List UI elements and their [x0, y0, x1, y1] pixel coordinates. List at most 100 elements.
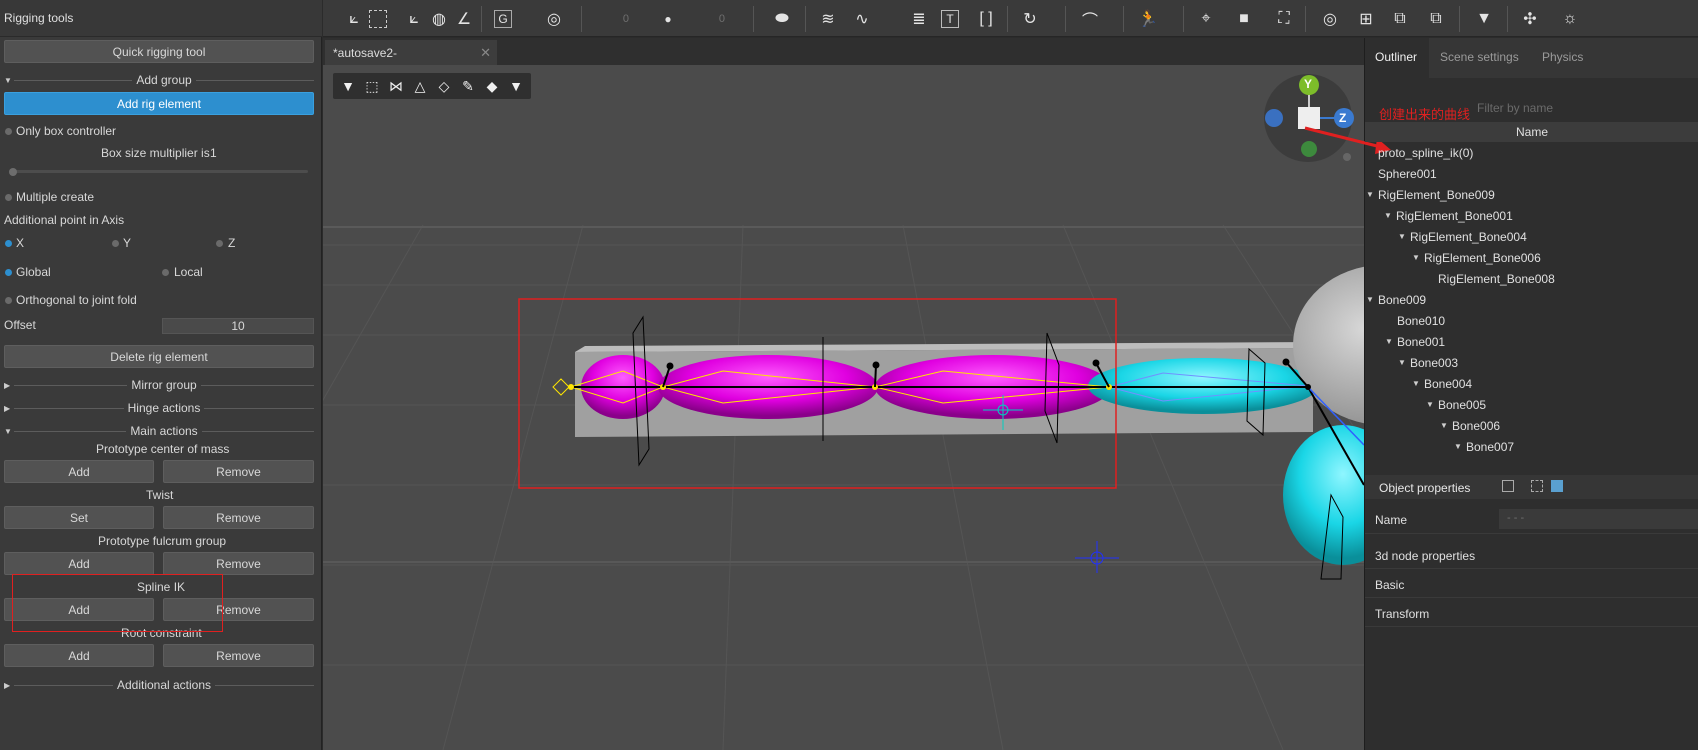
bracket-icon[interactable]: [ ] — [975, 8, 997, 30]
multiple-create-checkbox[interactable] — [5, 194, 12, 201]
vertex-icon[interactable]: △ — [409, 75, 431, 97]
spiral-snap-icon[interactable]: ◎ — [543, 8, 565, 30]
twist-set-button[interactable]: Set — [4, 506, 154, 529]
snap-value-1[interactable]: 0 — [603, 10, 633, 28]
spiral-icon[interactable]: ◎ — [1319, 8, 1341, 30]
hinge-actions-header[interactable]: ▶ Hinge actions — [4, 401, 314, 415]
main-actions-header[interactable]: ▼ Main actions — [4, 424, 314, 438]
grid-snap-icon[interactable]: G — [494, 10, 512, 28]
text-icon[interactable]: T — [941, 10, 959, 28]
tree-item[interactable]: RigElement_Bone008 — [1438, 268, 1555, 289]
settings-icon[interactable]: ☼ — [1559, 8, 1581, 30]
basic-section[interactable]: Basic — [1365, 571, 1698, 598]
only-box-controller-checkbox[interactable] — [5, 128, 12, 135]
basic-label: Basic — [1375, 578, 1405, 592]
tree-item[interactable]: ▼ Bone001 — [1385, 331, 1445, 352]
rotate-sphere-icon[interactable]: ◍ — [428, 8, 450, 30]
running-man-icon[interactable]: 🏃 — [1137, 8, 1159, 30]
delete-rig-element-button[interactable]: Delete rig element — [4, 345, 314, 368]
panel-title: Rigging tools — [4, 11, 74, 25]
proto-center-remove-button[interactable]: Remove — [163, 460, 314, 483]
add-group-header[interactable]: ▼ Add group — [4, 73, 315, 87]
move-icon[interactable]: ⟀ — [403, 8, 425, 30]
loop-icon[interactable]: ↻ — [1019, 8, 1041, 30]
additional-actions-header[interactable]: ▶ Additional actions — [4, 678, 314, 692]
tree-item[interactable]: Bone010 — [1397, 310, 1445, 331]
target-icon[interactable]: ⌖ — [1195, 8, 1217, 30]
grid-view-icon[interactable]: ⊞ — [1355, 8, 1377, 30]
logo-icon[interactable]: ▼ — [337, 75, 359, 97]
offset-input[interactable]: 10 — [162, 318, 314, 334]
tree-item[interactable]: ▼ Bone003 — [1398, 352, 1458, 373]
orthogonal-checkbox[interactable] — [5, 297, 12, 304]
logo-icon[interactable]: ▼ — [1473, 8, 1495, 30]
twist-remove-button[interactable]: Remove — [163, 506, 314, 529]
mirror-group-header[interactable]: ▶ Mirror group — [4, 378, 315, 392]
local-radio[interactable] — [162, 269, 169, 276]
snap-value-2[interactable]: 0 — [699, 10, 729, 28]
box-size-slider[interactable] — [10, 170, 308, 173]
tree-item[interactable]: ▼ Bone005 — [1426, 394, 1486, 415]
paint-icon[interactable]: ⬬ — [771, 8, 793, 30]
name-property-input[interactable]: - - - — [1499, 509, 1698, 529]
tree-item[interactable]: proto_spline_ik(0) — [1378, 142, 1473, 163]
axis-z-radio[interactable] — [216, 240, 223, 247]
tree-item[interactable]: ▼ RigElement_Bone004 — [1398, 226, 1527, 247]
tree-item[interactable]: ▼ Bone007 — [1454, 436, 1514, 457]
molecule-icon[interactable]: ✣ — [1519, 8, 1541, 30]
frame-icon[interactable]: ⛶ — [1273, 8, 1295, 30]
tree-item[interactable]: Sphere001 — [1378, 163, 1437, 184]
layers-alt-icon[interactable]: ⧉ — [1425, 8, 1447, 30]
transform-section[interactable]: Transform — [1365, 600, 1698, 627]
box-size-slider-knob[interactable] — [9, 168, 17, 176]
name-property-label: Name — [1375, 513, 1408, 527]
tree-item[interactable]: ▼ Bone004 — [1412, 373, 1472, 394]
brush-icon[interactable]: ✎ — [457, 75, 479, 97]
tree-item[interactable]: ▼ RigElement_Bone001 — [1384, 205, 1513, 226]
cube-wire-icon[interactable]: ◇ — [433, 75, 455, 97]
name-column-header[interactable]: Name — [1365, 122, 1698, 142]
tree-item[interactable]: ▼ RigElement_Bone009 — [1366, 184, 1495, 205]
proto-fulcrum-add-button[interactable]: Add — [4, 552, 154, 575]
rect-select-icon[interactable] — [369, 10, 387, 28]
local-label: Local — [174, 265, 203, 279]
scale-icon[interactable]: ∠ — [453, 8, 475, 30]
camera-icon[interactable]: ■ — [1233, 8, 1255, 30]
grid-icon[interactable] — [1531, 480, 1543, 492]
dot-icon[interactable]: ● — [657, 8, 679, 30]
root-constraint-add-button[interactable]: Add — [4, 644, 154, 667]
root-constraint-remove-button[interactable]: Remove — [163, 644, 314, 667]
color-icon[interactable] — [1551, 480, 1563, 492]
select-icon[interactable]: ⬚ — [361, 75, 383, 97]
name-property-row: Name - - - — [1365, 504, 1698, 534]
logo-alt-icon[interactable]: ▼ — [505, 75, 527, 97]
axis-x-radio[interactable] — [5, 240, 12, 247]
tab-scene-settings[interactable]: Scene settings — [1440, 50, 1519, 64]
tab-outliner[interactable]: Outliner — [1375, 50, 1417, 64]
tab-autosave[interactable]: *autosave2- ✕ — [325, 40, 497, 65]
proto-center-add-button[interactable]: Add — [4, 460, 154, 483]
axis-z-label: Z — [228, 236, 236, 250]
layers-icon[interactable]: ⧉ — [1389, 8, 1411, 30]
3d-viewport[interactable]: Y Z ▼ ⬚ ⋈ △ ◇ ✎ ◆ ▼ — [323, 65, 1364, 750]
curves-icon[interactable]: ≋ — [817, 8, 839, 30]
3d-node-properties-section[interactable]: 3d node properties — [1365, 542, 1698, 569]
tree-item[interactable]: ▼ Bone009 — [1366, 289, 1426, 310]
nodes-icon[interactable]: ⋈ — [385, 75, 407, 97]
tree-item[interactable]: ▼ RigElement_Bone006 — [1412, 247, 1541, 268]
quick-rigging-tool-button[interactable]: Quick rigging tool — [4, 40, 314, 63]
axis-y-radio[interactable] — [112, 240, 119, 247]
bezier-icon[interactable]: ⌒ — [1079, 8, 1101, 30]
close-icon[interactable]: ✕ — [480, 45, 491, 61]
tree-item[interactable]: ▼ Bone006 — [1440, 415, 1500, 436]
spline-icon[interactable]: ∿ — [851, 8, 873, 30]
gizmo-y-label[interactable]: Y — [1304, 77, 1312, 91]
cube-icon[interactable]: ◆ — [481, 75, 503, 97]
add-rig-element-button[interactable]: Add rig element — [4, 92, 314, 115]
tab-physics[interactable]: Physics — [1542, 50, 1583, 64]
deform-icon[interactable]: ≣ — [908, 8, 930, 30]
proto-fulcrum-remove-button[interactable]: Remove — [163, 552, 314, 575]
global-radio[interactable] — [5, 269, 12, 276]
panel-icon[interactable] — [1502, 480, 1514, 492]
move-axis-icon[interactable]: ⟀ — [343, 8, 365, 30]
